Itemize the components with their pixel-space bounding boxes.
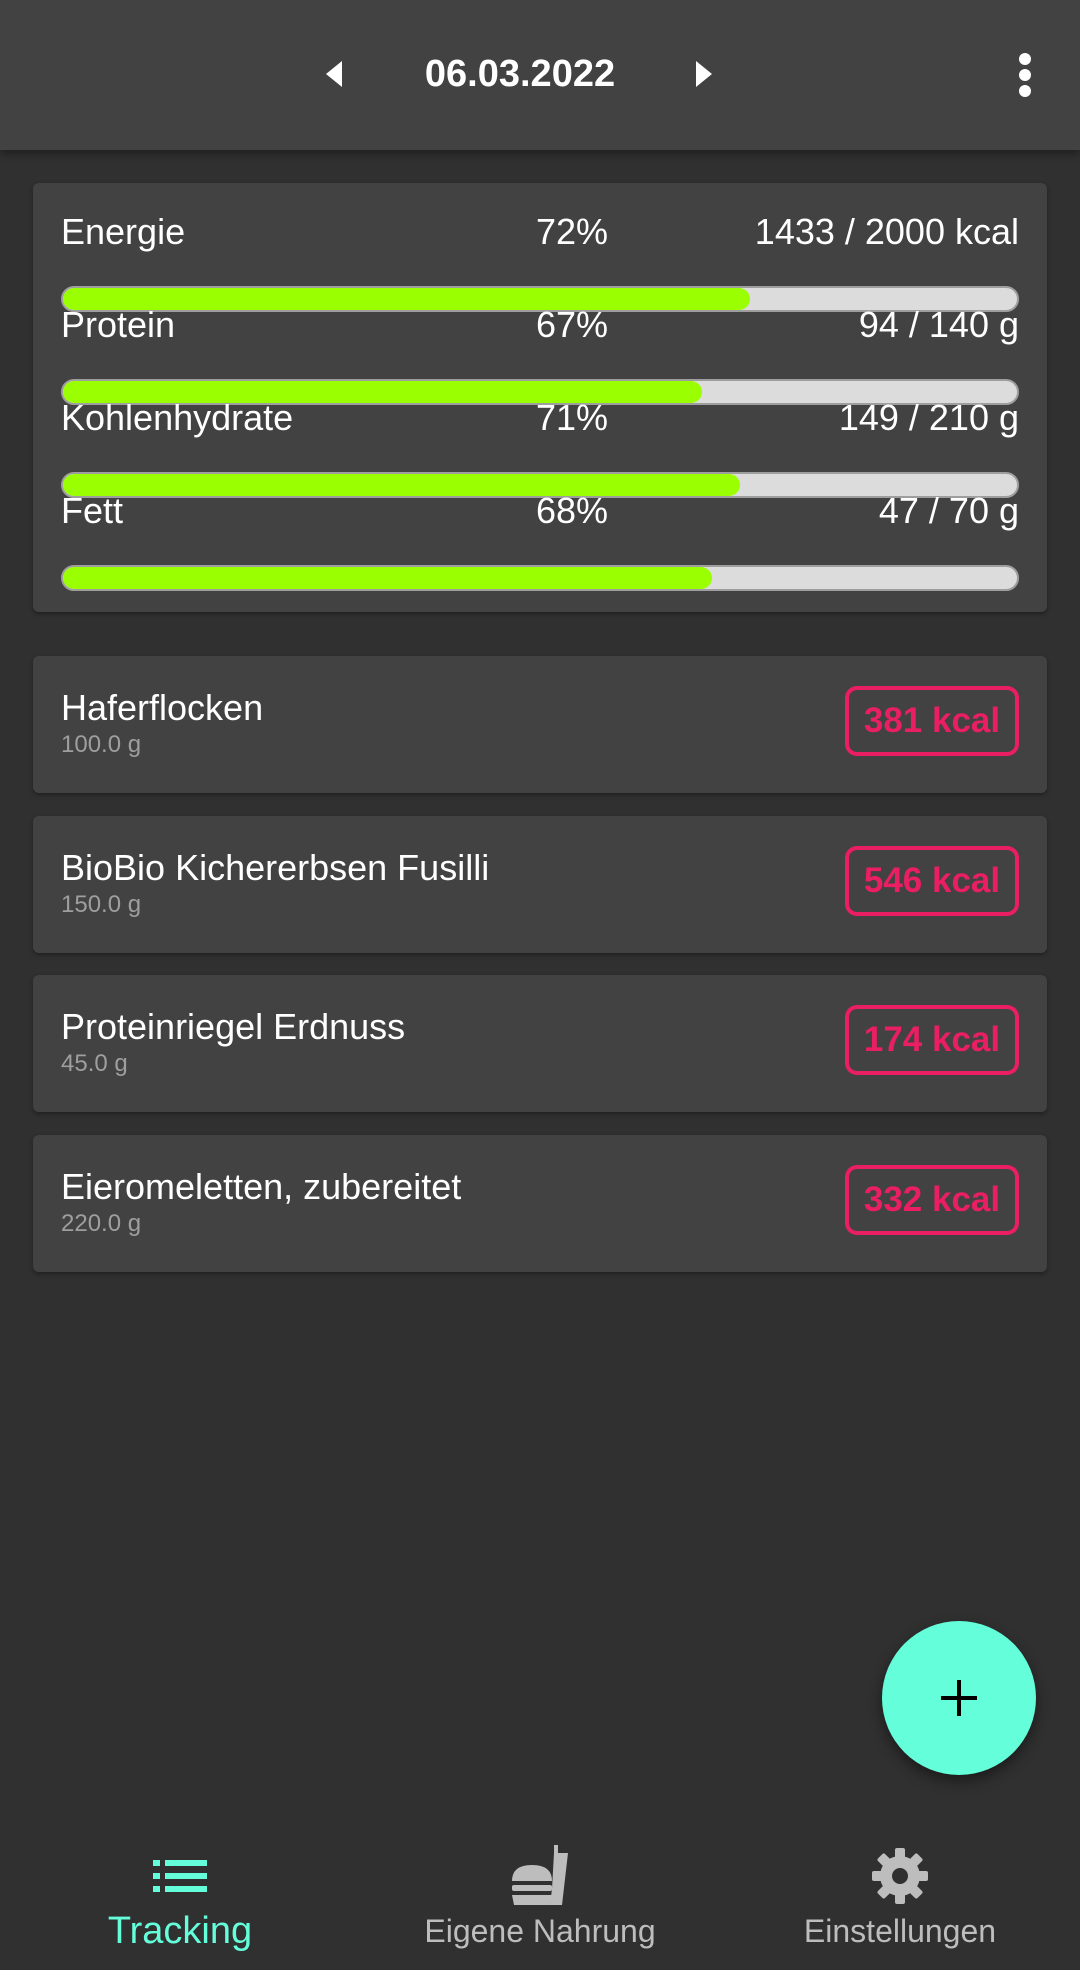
nutrient-row-energy: Energie 72% 1433 / 2000 kcal xyxy=(61,210,1019,312)
nutrient-label: Protein xyxy=(61,304,176,345)
kcal-badge: 174 kcal xyxy=(845,1005,1019,1075)
nutrient-row-carbs: Kohlenhydrate 71% 149 / 210 g xyxy=(61,396,1019,498)
food-entry[interactable]: Haferflocken 100.0 g 381 kcal xyxy=(33,656,1047,793)
gear-icon xyxy=(872,1848,928,1904)
food-weight: 100.0 g xyxy=(61,731,142,758)
date-label[interactable]: 06.03.2022 xyxy=(370,44,670,104)
food-name: BioBio Kichererbsen Fusilli xyxy=(61,847,490,888)
nutrient-percent: 67% xyxy=(536,304,609,345)
add-food-button[interactable] xyxy=(882,1621,1036,1775)
nutrient-label: Fett xyxy=(61,490,124,531)
food-weight: 150.0 g xyxy=(61,891,142,918)
nav-label: Eigene Nahrung xyxy=(424,1913,656,1949)
nutrient-amount: 1433 / 2000 kcal xyxy=(754,211,1019,252)
arrow-left-icon xyxy=(326,61,342,87)
progress-bar-fill xyxy=(63,567,712,589)
nutrient-amount: 149 / 210 g xyxy=(838,397,1019,438)
nutrient-label: Energie xyxy=(61,211,186,252)
food-entry[interactable]: Eieromeletten, zubereitet 220.0 g 332 kc… xyxy=(33,1135,1047,1272)
food-name: Proteinriegel Erdnuss xyxy=(61,1006,406,1047)
nutrient-label: Kohlenhydrate xyxy=(61,397,294,438)
arrow-right-icon xyxy=(696,61,712,87)
food-weight: 45.0 g xyxy=(61,1050,128,1077)
kcal-badge: 381 kcal xyxy=(845,686,1019,756)
nav-own-food[interactable]: Eigene Nahrung xyxy=(360,1820,720,1970)
next-day-button[interactable] xyxy=(680,44,728,104)
nutrient-amount: 94 / 140 g xyxy=(858,304,1019,345)
nav-label: Tracking xyxy=(107,1910,253,1952)
kcal-badge: 332 kcal xyxy=(845,1165,1019,1235)
nutrient-amount: 47 / 70 g xyxy=(878,490,1019,531)
nutrient-row-fat: Fett 68% 47 / 70 g xyxy=(61,489,1019,591)
more-vert-icon xyxy=(1019,53,1031,97)
list-icon xyxy=(153,1860,207,1892)
progress-bar-track xyxy=(61,565,1019,591)
food-entry[interactable]: BioBio Kichererbsen Fusilli 150.0 g 546 … xyxy=(33,816,1047,953)
nav-settings[interactable]: Einstellungen xyxy=(720,1820,1080,1970)
food-name: Eieromeletten, zubereitet xyxy=(61,1166,462,1207)
nutrient-row-protein: Protein 67% 94 / 140 g xyxy=(61,303,1019,405)
kcal-badge: 546 kcal xyxy=(845,846,1019,916)
plus-icon xyxy=(941,1680,977,1716)
previous-day-button[interactable] xyxy=(310,44,358,104)
nutrient-percent: 68% xyxy=(536,490,609,531)
fastfood-icon xyxy=(512,1845,568,1905)
nutrient-percent: 71% xyxy=(536,397,609,438)
food-name: Haferflocken xyxy=(61,687,264,728)
food-entry[interactable]: Proteinriegel Erdnuss 45.0 g 174 kcal xyxy=(33,975,1047,1112)
nutrition-summary-card: Energie 72% 1433 / 2000 kcal Protein 67%… xyxy=(33,183,1047,612)
food-weight: 220.0 g xyxy=(61,1210,142,1237)
nutrient-percent: 72% xyxy=(536,211,609,252)
top-app-bar: 06.03.2022 xyxy=(0,0,1080,150)
nav-label: Einstellungen xyxy=(803,1913,997,1949)
bottom-navigation: Tracking Eigene Nahrung Einstellungen xyxy=(0,1820,1080,1970)
overflow-menu-button[interactable] xyxy=(970,40,1080,110)
nav-tracking[interactable]: Tracking xyxy=(0,1820,360,1970)
